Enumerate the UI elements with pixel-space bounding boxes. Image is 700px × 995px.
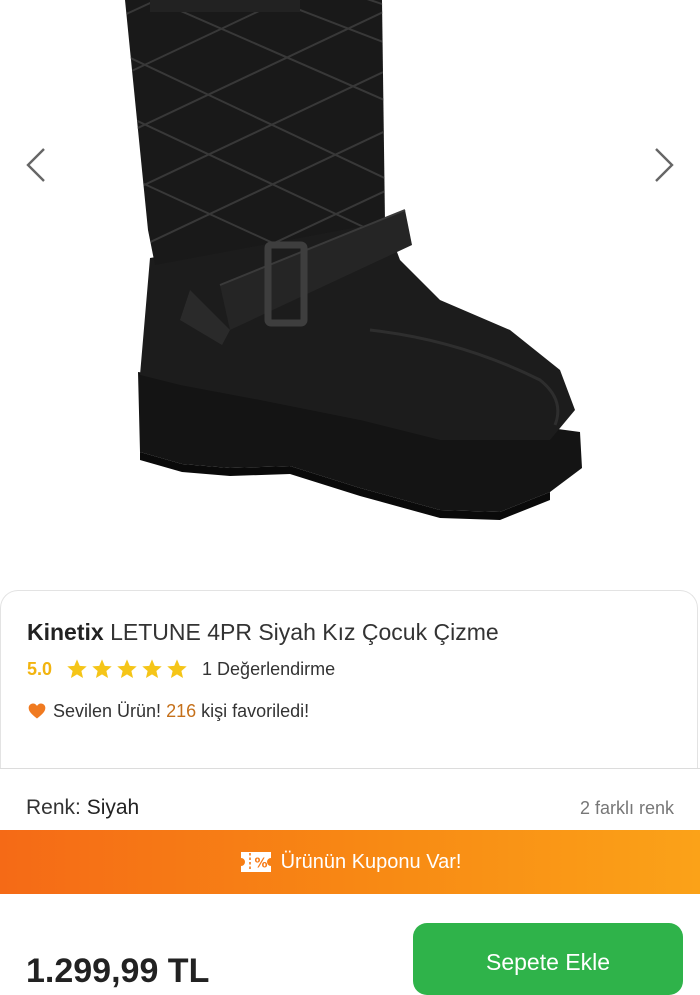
star-icon: [142, 659, 162, 678]
coupon-text: Ürünün Kuponu Var!: [280, 850, 462, 873]
svg-text:%: %: [254, 857, 267, 872]
heart-icon: [28, 703, 46, 719]
star-icon: [117, 659, 137, 678]
color-options-link[interactable]: 2 farklı renk: [580, 798, 674, 819]
section-divider: [0, 768, 700, 769]
coupon-banner[interactable]: % Ürünün Kuponu Var!: [0, 830, 700, 894]
color-selector-row[interactable]: Renk: Siyah 2 farklı renk: [0, 790, 700, 826]
purchase-bar: 1.299,99 TL Sepete Ekle: [0, 894, 700, 995]
star-icon: [67, 659, 87, 678]
add-to-cart-button[interactable]: Sepete Ekle: [413, 923, 683, 995]
chevron-right-icon: [655, 148, 674, 182]
rating-stars: [66, 658, 188, 680]
favorite-count: 216: [166, 700, 197, 721]
product-brand[interactable]: Kinetix: [27, 619, 104, 645]
rating-score: 5.0: [27, 658, 53, 679]
color-label-text: Renk:: [26, 796, 81, 819]
product-name: LETUNE 4PR Siyah Kız Çocuk Çizme: [110, 619, 499, 645]
coupon-ticket-icon: %: [240, 852, 271, 872]
price: 1.299,99 TL: [26, 952, 210, 990]
chevron-left-icon: [26, 148, 45, 182]
star-icon: [167, 659, 187, 678]
product-title: Kinetix LETUNE 4PR Siyah Kız Çocuk Çizme: [27, 619, 499, 646]
previous-image-button[interactable]: [16, 140, 56, 190]
product-info-card: Kinetix LETUNE 4PR Siyah Kız Çocuk Çizme…: [0, 590, 698, 768]
product-image-gallery[interactable]: [0, 0, 700, 600]
star-icon: [92, 659, 112, 678]
rating-row[interactable]: 5.0 1 Değerlendirme: [27, 657, 335, 681]
color-label: Renk: Siyah: [26, 796, 139, 820]
favorite-suffix: kişi favoriledi!: [201, 700, 310, 721]
color-value: Siyah: [86, 796, 140, 819]
review-count-link[interactable]: 1 Değerlendirme: [202, 659, 335, 680]
product-image: [125, 0, 582, 520]
favorite-info: Sevilen Ürün! 216 kişi favoriledi!: [27, 699, 309, 723]
favorite-label: Sevilen Ürün!: [53, 700, 162, 721]
next-image-button[interactable]: [644, 140, 684, 190]
